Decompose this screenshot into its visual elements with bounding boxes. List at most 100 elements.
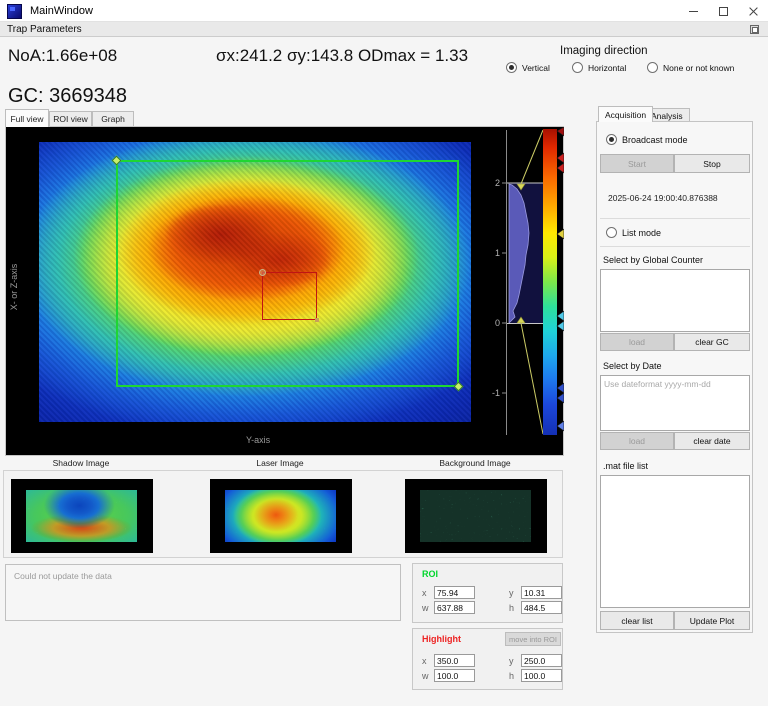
roi-y-input[interactable] [521,586,562,599]
gradient-tick-cyan-2[interactable] [557,321,564,331]
gradient-tick-blue-1[interactable] [557,383,564,393]
roi-x-input[interactable] [434,586,475,599]
clear-gc-button[interactable]: clear GC [674,333,750,351]
lut-tick-label-m1: -1 [492,388,500,398]
radio-broadcast-mode[interactable]: Broadcast mode [606,134,688,145]
gradient-tick-lightblue[interactable] [557,421,564,431]
mat-file-listbox[interactable] [600,475,750,608]
window-title: MainWindow [30,5,93,17]
radio-vertical-circle[interactable] [506,62,517,73]
tab-roi-view[interactable]: ROI view [49,111,92,126]
main-window: MainWindow Trap Parameters NoA:1.66e+08 … [0,0,768,706]
highlight-handle-top-left[interactable] [259,269,266,276]
radio-none-or-not-known[interactable]: None or not known [647,62,734,73]
clear-date-button[interactable]: clear date [674,432,750,450]
roi-x-label: x [422,588,427,598]
date-textarea[interactable] [600,375,750,431]
app-icon [7,4,22,19]
update-plot-button[interactable]: Update Plot [674,611,750,630]
radio-list-circle[interactable] [606,227,617,238]
noise-texture [225,490,336,542]
dock-float-icon[interactable] [750,25,759,34]
tab-graph[interactable]: Graph [92,111,134,126]
highlight-h-input[interactable] [521,669,562,682]
gradient-tick-blue-2[interactable] [557,393,564,403]
radio-list-mode[interactable]: List mode [606,227,661,238]
lut-link-line-top [521,130,543,184]
maximize-button[interactable] [708,0,738,22]
global-counter-value: GC: 3669348 [8,85,127,108]
gradient-tick-red-1[interactable] [557,153,564,163]
gradient-tick-cyan-1[interactable] [557,311,564,321]
shadow-image-label: Shadow Image [10,458,152,468]
colorbar-gradient[interactable] [543,129,557,435]
clear-list-button[interactable]: clear list [600,611,674,630]
global-counter-textarea[interactable] [600,269,750,332]
highlight-w-input[interactable] [434,669,475,682]
full-view-plot: Y-axis X- or Z-axis 2 1 [5,126,564,456]
histogram-lut-panel[interactable]: 2 1 0 -1 [471,127,564,457]
select-by-date-label: Select by Date [603,361,662,371]
status-message: Could not update the data [14,571,112,581]
start-button[interactable]: Start [600,154,674,173]
laser-image-label: Laser Image [209,458,351,468]
radio-none-label: None or not known [663,63,734,73]
laser-image [225,490,336,542]
lut-tick-label-0: 0 [495,318,500,328]
mat-file-list-label: .mat file list [603,461,648,471]
radio-broadcast-circle[interactable] [606,134,617,145]
radio-vertical-label: Vertical [522,63,550,73]
radio-vertical[interactable]: Vertical [506,62,550,73]
gradient-tick-darkred[interactable] [557,127,564,136]
radio-none-circle[interactable] [647,62,658,73]
load-date-button[interactable]: load [600,432,674,450]
acquisition-panel: Broadcast mode Start Stop 2025-06-24 19:… [596,121,753,633]
roi-panel-title: ROI [422,569,438,579]
radio-horizontal[interactable]: Horizontal [572,62,626,73]
lut-tick-label-2: 2 [495,178,500,188]
roi-handle-bottom-right[interactable] [454,382,464,392]
radio-horizontal-circle[interactable] [572,62,583,73]
gradient-tick-red-2[interactable] [557,163,564,173]
separator [600,246,750,247]
title-bar: MainWindow [0,0,768,22]
menu-item-trap-parameters[interactable]: Trap Parameters [7,24,82,35]
lut-tick-label-1: 1 [495,248,500,258]
highlight-rectangle[interactable] [262,272,317,320]
atom-cloud-heatmap[interactable] [39,142,471,422]
highlight-x-label: x [422,656,427,666]
shadow-image [26,490,137,542]
lut-link-line-bottom [521,323,543,434]
highlight-y-input[interactable] [521,654,562,667]
select-by-global-counter-label: Select by Global Counter [603,255,703,265]
noise-texture [420,490,531,542]
stop-button[interactable]: Stop [674,154,750,173]
gradient-tick-yellow[interactable] [557,229,564,239]
plot-x-axis-label: Y-axis [246,435,270,445]
roi-h-input[interactable] [521,601,562,614]
radio-broadcast-label: Broadcast mode [622,135,688,145]
minimize-icon [689,11,698,12]
roi-w-input[interactable] [434,601,475,614]
sigma-odmax-values: σx:241.2 σy:143.8 ODmax = 1.33 [216,46,468,66]
number-of-atoms-value: NoA:1.66e+08 [8,46,117,66]
plot-y-axis-label: X- or Z-axis [9,255,19,319]
load-gc-button[interactable]: load [600,333,674,351]
radio-horizontal-label: Horizontal [588,63,626,73]
highlight-x-input[interactable] [434,654,475,667]
highlight-coordinates-panel: Highlight move into ROI x y w h [412,628,563,690]
roi-w-label: w [422,603,429,613]
close-button[interactable] [738,0,768,22]
menu-bar: Trap Parameters [0,22,768,37]
background-image-frame [405,479,547,553]
move-into-roi-button[interactable]: move into ROI [505,632,561,646]
minimize-button[interactable] [678,0,708,22]
roi-handle-top-left[interactable] [112,156,122,166]
tab-full-view[interactable]: Full view [5,109,49,127]
close-icon [748,6,759,17]
laser-image-frame [210,479,352,553]
thumbnails-panel [3,470,563,558]
tab-acquisition[interactable]: Acquisition [598,106,653,122]
roi-y-label: y [509,588,514,598]
highlight-handle-bottom-right[interactable] [315,318,319,322]
